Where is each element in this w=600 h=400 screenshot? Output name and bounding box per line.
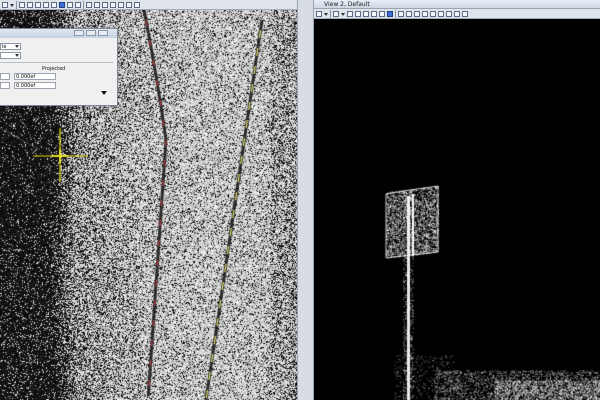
dropdown-icon[interactable]: [324, 11, 328, 17]
view-previous-icon[interactable]: [398, 10, 404, 17]
right-point-cloud-canvas[interactable]: [314, 0, 600, 400]
window-area-icon[interactable]: [43, 1, 49, 8]
divider: [0, 62, 113, 63]
rotate-icon[interactable]: [387, 10, 393, 17]
zoom-in-icon[interactable]: [27, 1, 33, 8]
view-next-icon[interactable]: [406, 10, 412, 17]
settings-icon[interactable]: [462, 10, 468, 17]
ruler-icon[interactable]: [454, 10, 460, 17]
projected-field-1[interactable]: 0.000ef: [14, 73, 56, 80]
zoom-in-icon[interactable]: [355, 10, 361, 17]
right-view-toolbar: [314, 9, 600, 19]
chevron-down-icon: [15, 54, 19, 57]
fit-view-icon[interactable]: [347, 10, 353, 17]
maximize-button[interactable]: [86, 30, 96, 36]
minimize-button[interactable]: [74, 30, 84, 36]
clip-icon[interactable]: [102, 1, 108, 8]
view-splitter[interactable]: [297, 0, 314, 400]
zoom-out-icon[interactable]: [363, 10, 369, 17]
toolbar-separator: [395, 9, 396, 18]
view-titlebar[interactable]: View 2, Default: [314, 0, 600, 9]
toolbar-separator: [16, 0, 17, 9]
toolbar-separator: [83, 0, 84, 9]
ruler-icon[interactable]: [126, 1, 132, 8]
camera-icon[interactable]: [446, 10, 452, 17]
option-combo[interactable]: [0, 52, 21, 59]
right-view-pane[interactable]: View 2, Default: [314, 0, 600, 400]
view-previous-icon[interactable]: [67, 1, 73, 8]
copy-view-icon[interactable]: [110, 1, 116, 8]
view-title: View 2, Default: [324, 1, 370, 8]
pan-icon[interactable]: [51, 1, 57, 8]
view-attributes-icon[interactable]: [2, 1, 8, 8]
left-field-1[interactable]: [0, 73, 10, 80]
left-field-2[interactable]: [0, 82, 10, 89]
mode-combo[interactable]: le: [0, 43, 21, 50]
dialog-titlebar[interactable]: [0, 29, 117, 38]
chevron-down-icon: [15, 45, 19, 48]
projected-label: Projected: [42, 66, 66, 72]
clip-icon[interactable]: [430, 10, 436, 17]
close-button[interactable]: [98, 30, 108, 36]
expand-arrow-icon[interactable]: [101, 91, 107, 95]
view-attributes-icon[interactable]: [316, 10, 322, 17]
mode-combo-value: le: [2, 44, 7, 50]
display-style-icon[interactable]: [422, 10, 428, 17]
window-area-icon[interactable]: [371, 10, 377, 17]
copy-view-icon[interactable]: [438, 10, 444, 17]
dropdown-icon[interactable]: [10, 2, 14, 8]
accudraw-dialog[interactable]: le Projected 0.000ef 0.000ef: [0, 28, 118, 106]
camera-icon[interactable]: [118, 1, 124, 8]
display-mode-icon[interactable]: [333, 10, 339, 17]
update-view-icon[interactable]: [86, 1, 92, 8]
fit-view-icon[interactable]: [19, 1, 25, 8]
pan-icon[interactable]: [379, 10, 385, 17]
display-style-icon[interactable]: [94, 1, 100, 8]
dropdown-icon[interactable]: [341, 11, 345, 17]
update-view-icon[interactable]: [414, 10, 420, 17]
left-view-pane[interactable]: le Projected 0.000ef 0.000ef: [0, 0, 297, 400]
view-next-icon[interactable]: [75, 1, 81, 8]
rotate-icon[interactable]: [59, 1, 65, 8]
toolbar-separator: [330, 9, 331, 18]
left-view-toolbar: [0, 0, 297, 10]
projected-field-2[interactable]: 0.000ef: [14, 82, 56, 89]
settings-icon[interactable]: [134, 1, 140, 8]
zoom-out-icon[interactable]: [35, 1, 41, 8]
